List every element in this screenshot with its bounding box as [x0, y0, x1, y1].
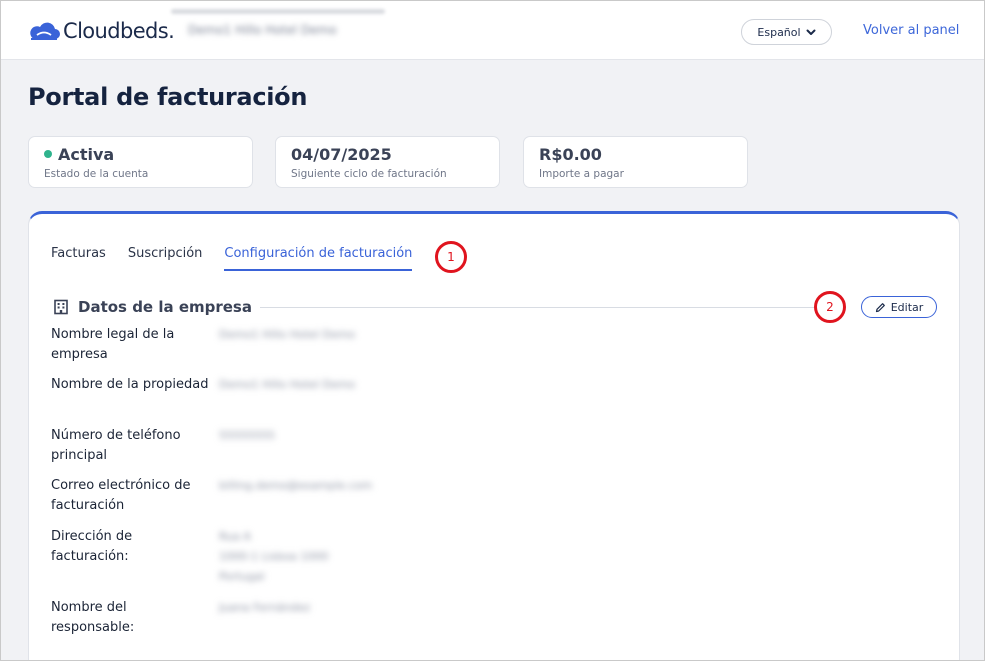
tab-bar: Facturas Suscripción Configuración de fa… — [51, 246, 434, 271]
field-value-address-line-2: 1000-1 Lisboa 1000 — [219, 550, 329, 563]
chevron-down-icon — [806, 29, 816, 35]
field-value-billing-email: billing.demo@example.com — [219, 479, 373, 492]
property-name: Demo1 Hillo Hotel Demo — [188, 23, 337, 37]
account-status-text: Activa — [58, 144, 115, 164]
field-value-address-line-3: Portugal — [219, 570, 265, 583]
next-billing-cycle-card: 04/07/2025 Siguiente ciclo de facturació… — [275, 136, 500, 188]
account-status-value: Activa — [44, 144, 237, 164]
building-icon — [54, 299, 68, 315]
annotation-marker-2: 2 — [814, 291, 846, 323]
field-label-contact-name: Nombre del responsable: — [51, 600, 135, 635]
next-billing-cycle-value: 04/07/2025 — [291, 144, 392, 164]
field-value-phone: 55555555 — [219, 429, 275, 442]
tab-billing-settings[interactable]: Configuración de facturación — [224, 246, 413, 271]
field-label-legal-name: Nombre legal de la empresa — [51, 327, 175, 362]
cloudbeds-logo[interactable]: Cloudbeds. — [28, 19, 175, 43]
page-title: Portal de facturación — [28, 83, 308, 111]
language-selector[interactable]: Español — [741, 19, 832, 45]
field-label-billing-address: Dirección de facturación: — [51, 529, 133, 564]
field-label-property-name: Nombre de la propiedad — [51, 377, 209, 392]
account-status-label: Estado de la cuenta — [44, 168, 149, 180]
top-bar: Cloudbeds. Demo1 Hillo Hotel Demo Españo… — [1, 1, 984, 60]
field-label-phone: Número de teléfono principal — [51, 428, 181, 463]
field-value-property-name: Demo1 Hillo Hotel Demo — [219, 378, 356, 391]
tab-subscription[interactable]: Suscripción — [128, 246, 203, 271]
tab-invoices[interactable]: Facturas — [51, 246, 106, 271]
company-section-title: Datos de la empresa — [78, 298, 252, 316]
field-value-legal-name: Demo1 Hillo Hotel Demo — [219, 328, 356, 341]
back-to-dashboard-link[interactable]: Volver al panel — [863, 23, 959, 38]
billing-portal-window: Cloudbeds. Demo1 Hillo Hotel Demo Españo… — [0, 0, 985, 661]
edit-button-label: Editar — [890, 300, 924, 314]
amount-due-card: R$0.00 Importe a pagar — [523, 136, 748, 188]
pencil-icon — [875, 302, 885, 312]
annotation-marker-1: 1 — [435, 241, 467, 273]
cloud-logo-icon — [30, 22, 60, 40]
amount-due-label: Importe a pagar — [539, 168, 624, 180]
language-label: Español — [757, 25, 801, 39]
company-section-header: Datos de la empresa — [53, 296, 915, 318]
field-label-billing-email: Correo electrónico de facturación — [51, 478, 191, 513]
amount-due-value: R$0.00 — [539, 144, 602, 164]
status-dot-icon — [44, 150, 52, 158]
field-value-address-line-1: Rua A — [219, 530, 251, 543]
logo-text: Cloudbeds. — [63, 19, 175, 43]
billing-settings-panel: Facturas Suscripción Configuración de fa… — [28, 211, 960, 660]
section-divider — [259, 306, 845, 308]
edit-button[interactable]: Editar — [861, 296, 937, 318]
next-billing-cycle-label: Siguiente ciclo de facturación — [291, 168, 447, 180]
account-status-card: Activa Estado de la cuenta — [28, 136, 253, 188]
field-value-contact-name: Juana Fernández — [219, 601, 311, 614]
